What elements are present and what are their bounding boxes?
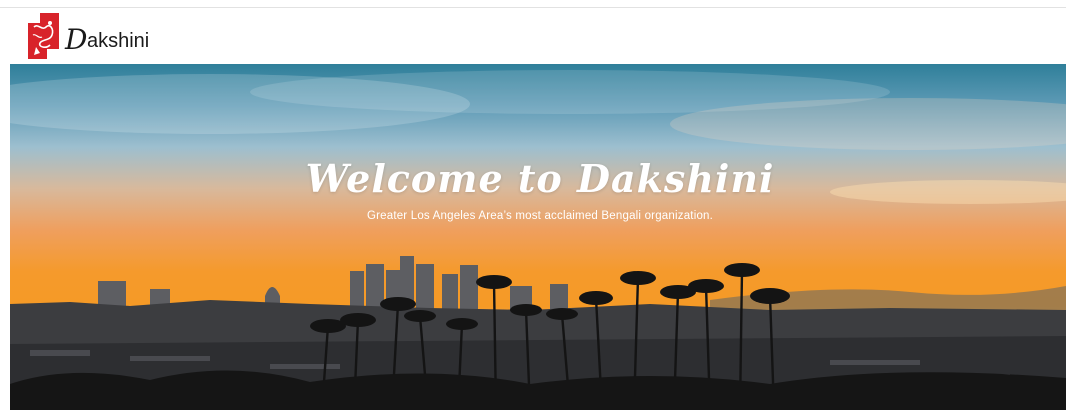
hero-skyline-image: [10, 70, 1066, 410]
hero-banner: Welcome to Dakshini Greater Los Angeles …: [10, 64, 1066, 410]
dakshini-emblem-icon: [28, 13, 59, 59]
hero-title: Welcome to Dakshini: [305, 156, 775, 201]
page: Dakshini Welcome to Dakshini Greater Los…: [0, 0, 1066, 410]
site-logo-link[interactable]: Dakshini: [28, 12, 200, 60]
hero-subtitle: Greater Los Angeles Area’s most acclaime…: [366, 210, 714, 222]
logo-wordmark: Dakshini: [65, 22, 150, 56]
site-header: Dakshini: [0, 8, 1066, 64]
